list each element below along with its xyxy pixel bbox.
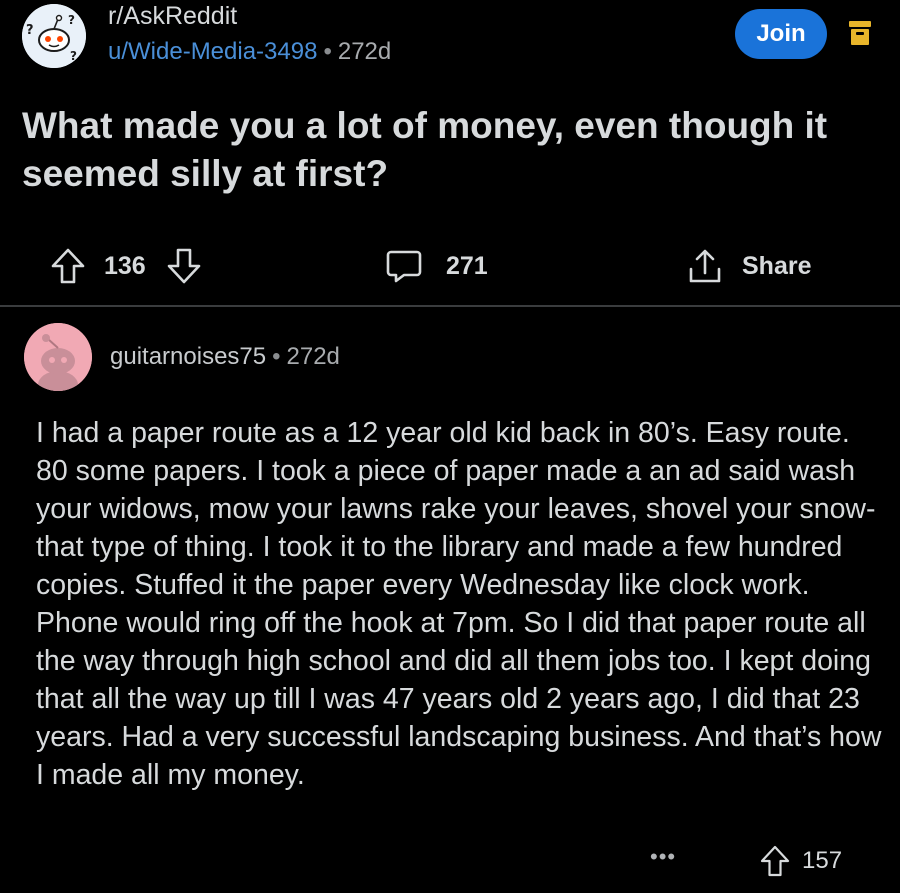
svg-text:?: ?: [70, 49, 77, 63]
comment-author[interactable]: guitarnoises75: [110, 343, 266, 370]
subreddit-avatar-icon[interactable]: ? ? ?: [22, 4, 86, 68]
svg-text:?: ?: [68, 13, 75, 27]
comment-score: 157: [802, 847, 843, 874]
upvote-arrow-icon[interactable]: [760, 845, 790, 877]
post-author-link[interactable]: u/Wide-Media-3498: [108, 38, 317, 65]
snoo-avatar-icon[interactable]: [24, 323, 92, 391]
subreddit-name[interactable]: r/AskReddit: [108, 2, 237, 31]
share-button[interactable]: Share: [688, 240, 811, 292]
comment-age: 272d: [286, 343, 340, 370]
more-options-button[interactable]: •••: [650, 844, 676, 870]
post-author-line: u/Wide-Media-3498 • 272d: [108, 38, 391, 66]
post-action-bar: 136 271 Share: [0, 240, 900, 292]
post-age: 272d: [337, 38, 392, 65]
svg-text:?: ?: [26, 23, 34, 38]
comment-vote: 157: [760, 844, 842, 878]
meta-separator: •: [323, 38, 332, 65]
downvote-arrow-icon[interactable]: [166, 247, 202, 285]
comment-meta: guitarnoises75 • 272d: [110, 343, 340, 371]
post-score: 136: [104, 251, 146, 280]
post-title: What made you a lot of money, even thoug…: [22, 105, 828, 194]
comment-body: I had a paper route as a 12 year old kid…: [36, 417, 882, 791]
post-header: ? ? ? r/AskReddit u/Wide-Media-3498 • 272d…: [22, 0, 882, 80]
post-vote-group: 136: [50, 240, 202, 292]
comments-count: 271: [446, 251, 488, 280]
join-button[interactable]: Join: [735, 9, 827, 59]
share-label: Share: [742, 251, 812, 280]
speech-bubble-icon: [386, 248, 422, 284]
upvote-arrow-icon[interactable]: [50, 247, 86, 285]
archive-icon[interactable]: [848, 20, 872, 46]
share-upload-icon: [688, 247, 722, 285]
comments-button[interactable]: 271: [386, 240, 488, 292]
post-divider: [0, 305, 900, 307]
meta-separator: •: [272, 343, 281, 370]
